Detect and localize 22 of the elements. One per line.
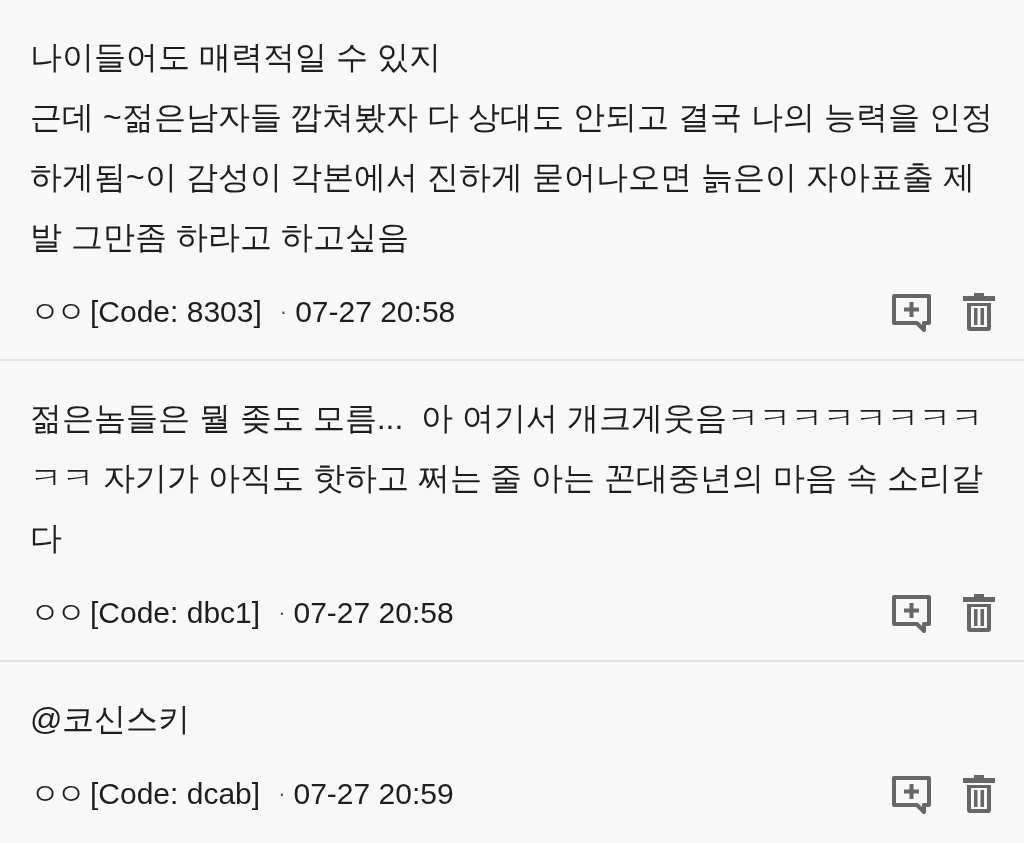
delete-icon[interactable] xyxy=(962,292,996,332)
user-code: [Code: dbc1] xyxy=(90,596,261,630)
user-code: [Code: dcab] xyxy=(90,777,261,811)
add-reply-icon[interactable] xyxy=(891,292,932,332)
separator-dot: · xyxy=(278,781,286,807)
comment-text: 근데 ~젊은남자들 깝쳐봤자 다 상대도 안되고 결국 나의 능력을 인정하게됨~이 감성이 각본에서 진하게 묻어나오면 늙은이 자아표출 제발 그만좀 하라고 하고싶음 xyxy=(30,98,994,257)
add-reply-icon[interactable] xyxy=(891,593,932,633)
author-name: ㅇㅇ xyxy=(30,293,82,330)
author-name: ㅇㅇ xyxy=(30,594,82,631)
add-reply-icon[interactable] xyxy=(891,774,932,814)
comment-time: 07-27 20:59 xyxy=(293,777,454,811)
comment-text: 젊은놈들은 뭘 좆도 모름... 아 여기서 개크게웃음ㅋㅋㅋㅋㅋㅋㅋㅋㅋㅋ 자기가 아직도 핫하고 쩌는 줄 아는 꼰대중년의 마음 속 소리같다 xyxy=(30,399,984,558)
comment-time: 07-27 20:58 xyxy=(295,295,456,329)
delete-icon[interactable] xyxy=(962,593,996,633)
delete-icon[interactable] xyxy=(962,774,996,814)
comment-text: 나이들어도 매력적일 수 있지 xyxy=(30,38,442,77)
user-code: [Code: 8303] xyxy=(90,295,262,329)
separator-dot: · xyxy=(278,600,286,626)
author-name: ㅇㅇ xyxy=(30,775,82,812)
comment-text: @코신스키 xyxy=(30,700,192,739)
comment-time: 07-27 20:58 xyxy=(293,596,454,630)
separator-dot: · xyxy=(279,299,288,325)
